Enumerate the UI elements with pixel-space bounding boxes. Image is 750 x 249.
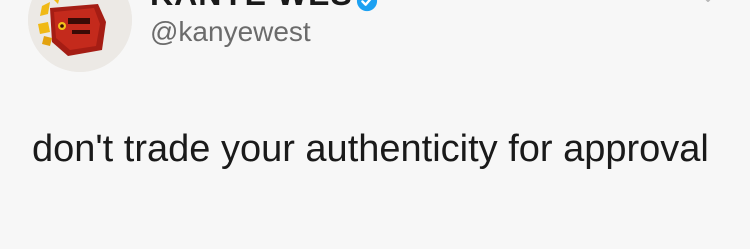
verified-badge-icon	[356, 0, 378, 12]
user-handle[interactable]: @kanyewest	[150, 18, 311, 46]
tweet-text: don't trade your authenticity for approv…	[32, 128, 709, 170]
avatar[interactable]	[28, 0, 132, 72]
display-name[interactable]: KANYE WEST	[150, 0, 373, 10]
chevron-down-icon[interactable]	[696, 0, 720, 10]
crowned-portrait-avatar-icon	[28, 0, 132, 72]
tweet-card: KANYE WEST @kanyewest don't trade your a…	[0, 0, 750, 249]
